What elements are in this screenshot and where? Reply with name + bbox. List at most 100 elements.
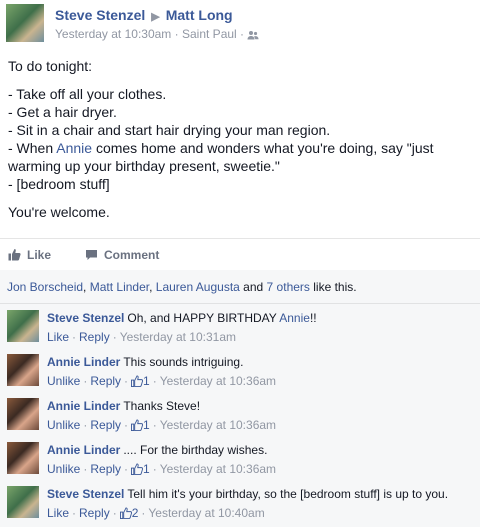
- thumbs-up-icon: [131, 419, 144, 431]
- mention-annie[interactable]: Annie: [56, 140, 92, 156]
- post-line: - Sit in a chair and start hair drying y…: [8, 122, 331, 138]
- comment-label: Comment: [104, 248, 160, 262]
- comment-item: Annie Linder This sounds intriguing. Unli…: [0, 354, 480, 398]
- avatar[interactable]: [7, 354, 39, 386]
- comment-text: Annie Linder.... For the birthday wishes…: [47, 443, 267, 457]
- comment-like-count[interactable]: 2: [119, 506, 139, 520]
- meta-dot: ·: [152, 462, 157, 476]
- comment-meta: Unlike · Reply · 1 · Yesterday at 10:36am: [47, 462, 276, 476]
- comment-text: Steve Stenzel Oh, and HAPPY BIRTHDAY Anni…: [47, 311, 317, 325]
- meta-dot: ·: [72, 330, 77, 344]
- recipient-name[interactable]: Matt Long: [166, 7, 233, 23]
- post-line: - When Annie comes home and wonders what…: [8, 139, 472, 175]
- comment-text: Steve Stenzel Tell him it's your birthday…: [47, 487, 448, 501]
- liker-name[interactable]: Jon Borscheid: [7, 280, 83, 294]
- speech-bubble-icon: [86, 250, 97, 260]
- comment-time[interactable]: Yesterday at 10:36am: [160, 462, 276, 476]
- comment-item: Annie Linder.... For the birthday wishes…: [0, 442, 480, 486]
- comment-text: Annie Linder This sounds intriguing.: [47, 355, 243, 369]
- friends-icon[interactable]: [247, 29, 259, 43]
- post-timestamp[interactable]: Yesterday at 10:30am: [55, 27, 171, 41]
- meta-dot: ·: [124, 374, 129, 388]
- thumbs-up-icon: [119, 507, 132, 519]
- comment-item: Annie Linder Thanks Steve! Unlike · Reply · 1…: [0, 398, 480, 442]
- author-line: Steve Stenzel ▶ Matt Long: [55, 7, 233, 23]
- meta-dot: ·: [112, 506, 117, 520]
- divider: [0, 303, 480, 304]
- comment-reply-button[interactable]: Reply: [90, 418, 121, 432]
- comment-time[interactable]: Yesterday at 10:40am: [148, 506, 264, 520]
- meta-dot: ·: [112, 330, 117, 344]
- comment-unlike-button[interactable]: Unlike: [47, 418, 80, 432]
- liker-name[interactable]: Matt Linder: [90, 280, 149, 294]
- like-count: 1: [143, 462, 150, 476]
- post-meta: Yesterday at 10:30am · Saint Paul ·: [55, 27, 259, 43]
- comment-time[interactable]: Yesterday at 10:36am: [160, 418, 276, 432]
- comment-reply-button[interactable]: Reply: [90, 374, 121, 388]
- like-count: 1: [143, 418, 150, 432]
- likes-sep: ,: [83, 280, 90, 294]
- post-location[interactable]: Saint Paul: [182, 27, 237, 41]
- like-button[interactable]: Like: [8, 248, 51, 262]
- avatar[interactable]: [7, 486, 39, 518]
- comment-like-button[interactable]: Like: [47, 330, 69, 344]
- post-line: - [bedroom stuff]: [8, 176, 110, 192]
- likes-others-link[interactable]: 7 others: [267, 280, 310, 294]
- comment-like-count[interactable]: 1: [131, 374, 150, 388]
- comment-reply-button[interactable]: Reply: [79, 330, 110, 344]
- avatar[interactable]: [7, 310, 39, 342]
- comment-author[interactable]: Steve Stenzel: [47, 487, 124, 501]
- meta-dot: ·: [83, 418, 88, 432]
- like-label: Like: [27, 248, 52, 262]
- comment-author[interactable]: Steve Stenzel: [47, 311, 124, 325]
- comment-like-count[interactable]: 1: [131, 462, 150, 476]
- meta-dot: ·: [72, 506, 77, 520]
- comment-author[interactable]: Annie Linder: [47, 355, 120, 369]
- meta-dot: ·: [152, 418, 157, 432]
- comment-time[interactable]: Yesterday at 10:31am: [120, 330, 236, 344]
- comment-reply-button[interactable]: Reply: [90, 462, 121, 476]
- meta-dot: ·: [83, 374, 88, 388]
- comment-button[interactable]: Comment: [85, 248, 159, 262]
- comment-author[interactable]: Annie Linder: [47, 443, 120, 457]
- thumbs-up-icon: [131, 463, 144, 475]
- comment-body: Thanks Steve!: [123, 399, 201, 413]
- meta-dot: ·: [124, 418, 129, 432]
- comment-body-end: !!: [309, 311, 317, 325]
- likes-suffix: like this.: [309, 280, 357, 294]
- post-line: - Get a hair dryer.: [8, 104, 117, 120]
- comment-unlike-button[interactable]: Unlike: [47, 462, 80, 476]
- comment-meta: Like · Reply · 2 · Yesterday at 10:40am: [47, 506, 265, 520]
- post-line-text: - When: [8, 140, 57, 156]
- meta-dot: ·: [174, 27, 179, 41]
- post-intro: To do tonight:: [8, 58, 93, 74]
- comment-meta: Unlike · Reply · 1 · Yesterday at 10:36am: [47, 374, 276, 388]
- post-action-bar: Like Comment: [0, 238, 480, 270]
- likes-summary: Jon Borscheid, Matt Linder, Lauren Augus…: [7, 280, 357, 294]
- mention-annie[interactable]: Annie: [279, 311, 310, 325]
- comment-like-button[interactable]: Like: [47, 506, 69, 520]
- comment-meta: Unlike · Reply · 1 · Yesterday at 10:36am: [47, 418, 276, 432]
- comment-body: .... For the birthday wishes.: [123, 443, 268, 457]
- avatar[interactable]: [7, 398, 39, 430]
- comment-author[interactable]: Annie Linder: [47, 399, 120, 413]
- comments-section: Jon Borscheid, Matt Linder, Lauren Augus…: [0, 270, 480, 527]
- thumbs-up-icon: [8, 249, 21, 261]
- comment-meta: Like · Reply · Yesterday at 10:31am: [47, 330, 236, 344]
- author-avatar[interactable]: [6, 4, 44, 42]
- comment-like-count[interactable]: 1: [131, 418, 150, 432]
- avatar[interactable]: [7, 442, 39, 474]
- comment-unlike-button[interactable]: Unlike: [47, 374, 80, 388]
- thumbs-up-icon: [131, 375, 144, 387]
- comment-reply-button[interactable]: Reply: [79, 506, 110, 520]
- meta-dot: ·: [124, 462, 129, 476]
- like-count: 2: [131, 506, 139, 520]
- comment-time[interactable]: Yesterday at 10:36am: [160, 374, 276, 388]
- meta-dot: ·: [141, 506, 146, 520]
- meta-dot: ·: [240, 27, 245, 41]
- liker-name[interactable]: Lauren Augusta: [156, 280, 240, 294]
- author-name[interactable]: Steve Stenzel: [55, 7, 145, 23]
- like-count: 1: [143, 374, 150, 388]
- comment-item: Steve Stenzel Tell him it's your birthday…: [0, 486, 480, 530]
- comment-body: Tell him it's your birthday, so the [bed…: [127, 487, 449, 501]
